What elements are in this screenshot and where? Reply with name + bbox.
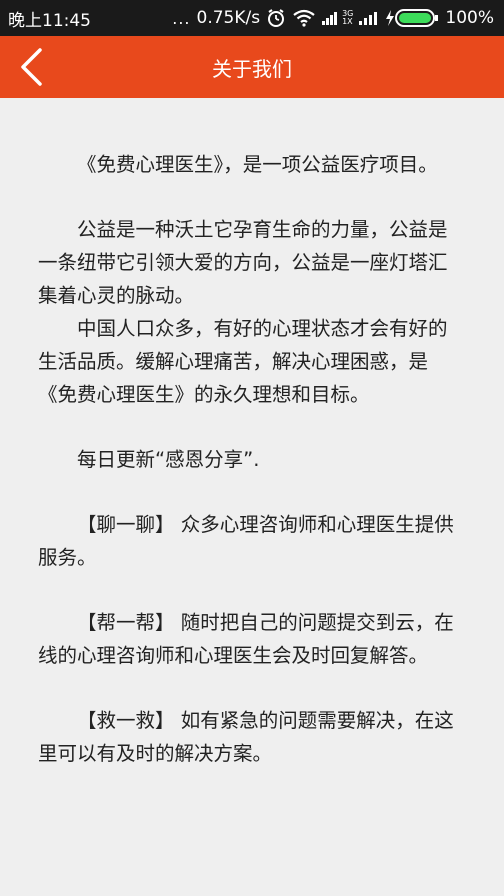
battery-level: 100% (445, 8, 494, 28)
help-feature-paragraph: 【帮一帮】 随时把自己的问题提交到云，在线的心理咨询师和心理医生会及时回复解答。 (38, 611, 454, 667)
chevron-left-icon (21, 48, 42, 86)
status-right: ... 0.75K/s 3G 1X 100% (172, 8, 494, 28)
cell-signal-icon (359, 8, 379, 28)
back-button[interactable] (0, 36, 62, 98)
status-left: 晚上11:45 (8, 6, 91, 31)
status-dots: ... (172, 8, 191, 28)
daily-update-paragraph: 每日更新“感恩分享”. (77, 448, 260, 471)
cell-signal-3g-icon: 3G 1X (322, 10, 353, 26)
charity-paragraph: 公益是一种沃土它孕育生命的力量，公益是一条纽带它引领大爱的方向，公益是一座灯塔汇… (38, 218, 448, 307)
rescue-feature-paragraph: 【救一救】 如有紧急的问题需要解决，在这里可以有及时的解决方案。 (38, 709, 454, 765)
alarm-icon (266, 8, 286, 28)
wifi-icon (292, 8, 316, 28)
battery-icon (385, 9, 439, 27)
network-type-1x: 1X (342, 17, 353, 26)
intro-paragraph: 《免费心理医生》，是一项公益医疗项目。 (77, 153, 438, 176)
status-bar: 晚上11:45 ... 0.75K/s 3G 1X 100% (0, 0, 504, 36)
app-header: 关于我们 (0, 36, 504, 98)
mission-paragraph: 中国人口众多，有好的心理状态才会有好的生活品质。缓解心理痛苦，解决心理困惑，是《… (38, 317, 448, 406)
about-content: 《免费心理医生》，是一项公益医疗项目。 公益是一种沃土它孕育生命的力量，公益是一… (0, 98, 504, 770)
status-time: 晚上11:45 (8, 10, 91, 31)
chat-feature-paragraph: 【聊一聊】 众多心理咨询师和心理医生提供服务。 (38, 513, 454, 569)
network-speed: 0.75K/s (196, 8, 261, 28)
page-title: 关于我们 (212, 56, 292, 81)
